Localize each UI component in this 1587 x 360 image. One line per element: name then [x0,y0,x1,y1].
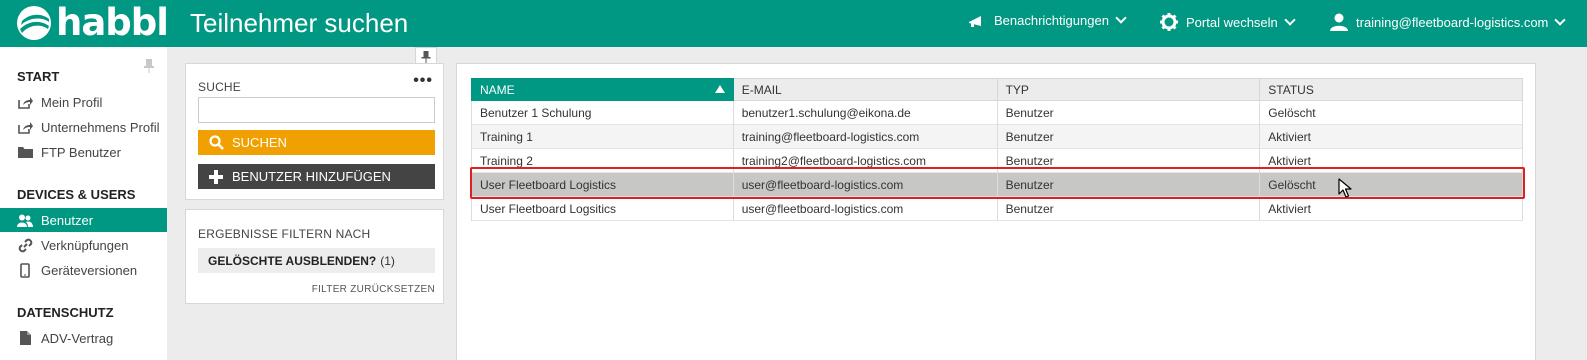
pin-icon[interactable] [143,59,155,73]
column-header-label: NAME [480,82,515,97]
cell-status: Gelöscht [1259,172,1523,197]
logo-text: habbl [56,1,169,44]
document-icon [17,331,33,345]
sidebar-item-verknuepfungen[interactable]: Verknüpfungen [0,233,167,257]
folder-icon [17,145,33,159]
column-header-label: STATUS [1268,82,1314,97]
cell-type: Benutzer [996,100,1261,125]
pin-icon [421,50,431,63]
cell-status: Aktiviert [1259,148,1523,173]
sidebar-item-geraeteversionen[interactable]: Geräteversionen [0,258,167,282]
top-bar: habbl Teilnehmer suchen Benachrichtigung… [0,0,1587,47]
cell-status: Aktiviert [1259,124,1523,149]
column-header-email[interactable]: E-MAIL [732,78,998,101]
portal-switch-label: Portal wechseln [1186,14,1278,30]
cell-type: Benutzer [996,124,1261,149]
results-table: NAME E-MAIL TYP STATUS Benutzer 1 Schulu… [471,78,1523,221]
add-user-button[interactable]: BENUTZER HINZUFÜGEN [198,164,435,189]
table-row[interactable]: User Fleetboard Logsitics user@fleetboar… [471,196,1523,221]
filter-title: ERGEBNISSE FILTERN NACH [198,227,371,241]
page-title: Teilnehmer suchen [190,8,409,38]
cell-name: Training 1 [471,124,734,149]
search-icon [208,135,224,151]
table-row-selected[interactable]: User Fleetboard Logistics user@fleetboar… [471,172,1523,197]
sidebar-item-adv-vertrag[interactable]: ADV-Vertrag [0,326,167,350]
portal-switch-menu[interactable]: Portal wechseln [1160,13,1296,31]
cell-name: User Fleetboard Logistics [471,172,734,197]
link-icon [17,238,33,252]
user-menu[interactable]: training@fleetboard-logistics.com [1330,13,1567,31]
megaphone-icon [969,15,981,27]
sidebar-item-ftp-benutzer[interactable]: FTP Benutzer [0,140,167,164]
phone-icon [17,262,33,278]
cell-email: user@fleetboard-logistics.com [732,172,998,197]
cell-name: Benutzer 1 Schulung [471,100,734,125]
column-header-label: TYP [1005,82,1029,97]
results-panel: NAME E-MAIL TYP STATUS Benutzer 1 Schulu… [456,63,1536,360]
users-icon [17,213,33,227]
chevron-down-icon [1115,12,1127,24]
sidebar: START Mein Profil Unternehmens Profil FT… [0,47,167,360]
sidebar-item-label: Mein Profil [41,94,103,110]
section-title-datenschutz: DATENSCHUTZ [17,305,114,320]
table-row[interactable]: Training 1 training@fleetboard-logistics… [471,124,1523,149]
logo-icon [17,6,51,40]
scrollbar-track[interactable] [1550,47,1587,360]
cell-email: training@fleetboard-logistics.com [732,124,998,149]
column-header-status[interactable]: STATUS [1259,78,1523,101]
search-panel: SUCHE ••• SUCHEN BENUTZER HINZUFÜGEN [185,63,444,200]
plus-icon [208,169,224,185]
filter-option-count: (1) [380,253,395,268]
search-input[interactable] [198,97,435,123]
sort-ascending-icon [714,85,725,93]
sidebar-item-benutzer[interactable]: Benutzer [0,208,167,232]
logo[interactable]: habbl [16,1,169,44]
cell-name: Training 2 [471,148,734,173]
user-email-label: training@fleetboard-logistics.com [1356,14,1549,30]
sidebar-item-label: ADV-Vertrag [41,330,114,346]
cell-email: benutzer1.schulung@eikona.de [732,100,998,125]
column-header-type[interactable]: TYP [996,78,1261,101]
sidebar-item-label: Geräteversionen [41,262,138,278]
sidebar-item-label: Verknüpfungen [41,237,129,253]
filter-option-label: GELÖSCHTE AUSBLENDEN? [208,253,377,268]
chevron-down-icon [1554,13,1567,26]
filter-hide-deleted[interactable]: GELÖSCHTE AUSBLENDEN? (1) [198,248,435,273]
gear-icon [1160,13,1178,31]
column-header-name[interactable]: NAME [471,78,734,101]
mouse-cursor-icon [1338,178,1352,198]
search-label: SUCHE [198,80,242,94]
user-icon [1330,13,1348,31]
cell-email: user@fleetboard-logistics.com [732,196,998,221]
section-title-start: START [17,69,60,84]
table-row[interactable]: Benutzer 1 Schulung benutzer1.schulung@e… [471,100,1523,125]
sidebar-item-label: Unternehmens Profil [41,119,160,135]
cell-status: Aktiviert [1259,196,1523,221]
sidebar-item-mein-profil[interactable]: Mein Profil [0,90,167,114]
cell-type: Benutzer [996,172,1261,197]
notifications-menu[interactable]: Benachrichtigungen [968,12,1127,28]
sidebar-item-unternehmens-profil[interactable]: Unternehmens Profil [0,115,167,139]
add-user-button-label: BENUTZER HINZUFÜGEN [232,169,391,184]
search-button[interactable]: SUCHEN [198,130,435,155]
share-icon [17,120,33,134]
column-header-label: E-MAIL [741,82,782,97]
cell-type: Benutzer [996,196,1261,221]
cell-type: Benutzer [996,148,1261,173]
cell-name: User Fleetboard Logsitics [471,196,734,221]
sidebar-item-label: FTP Benutzer [41,144,121,160]
table-row[interactable]: Training 2 training2@fleetboard-logistic… [471,148,1523,173]
filter-reset-link[interactable]: FILTER ZURÜCKSETZEN [312,284,435,295]
search-button-label: SUCHEN [232,135,287,150]
cell-email: training2@fleetboard-logistics.com [732,148,998,173]
filter-panel: ERGEBNISSE FILTERN NACH GELÖSCHTE AUSBLE… [185,209,444,304]
sidebar-item-label: Benutzer [41,212,94,228]
notifications-label: Benachrichtigungen [994,13,1109,28]
more-options-icon[interactable]: ••• [413,73,433,89]
chevron-down-icon [1284,13,1296,26]
share-icon [17,95,33,109]
cell-status: Gelöscht [1259,100,1523,125]
table-header-row: NAME E-MAIL TYP STATUS [471,78,1523,101]
section-title-devices-users: DEVICES & USERS [17,187,136,202]
